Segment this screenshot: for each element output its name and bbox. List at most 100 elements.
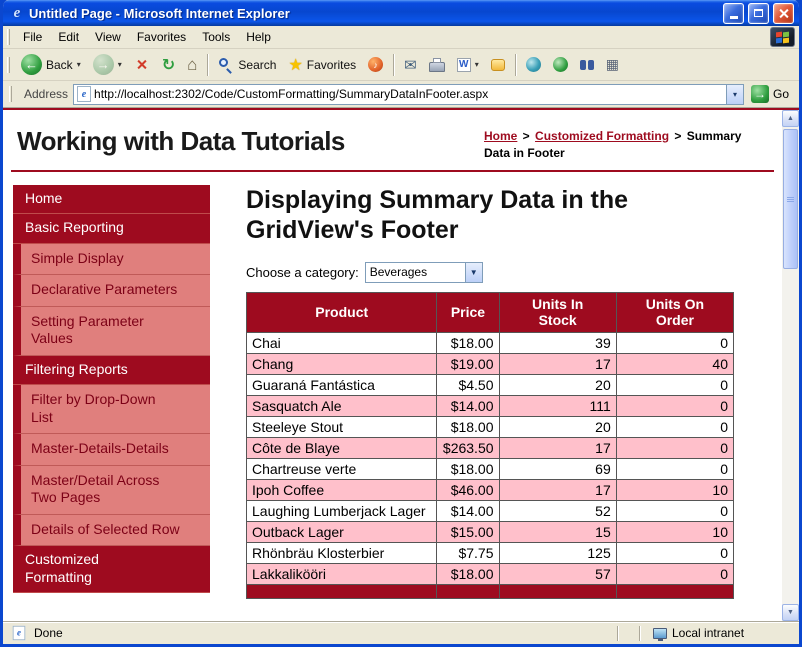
sidebar-item[interactable]: Home bbox=[13, 185, 210, 215]
sidebar-item[interactable]: Customized Formatting bbox=[13, 546, 210, 593]
vertical-scrollbar[interactable] bbox=[782, 110, 799, 621]
address-dropdown-button[interactable] bbox=[726, 85, 743, 104]
sidebar-item[interactable]: Filter by Drop-Down List bbox=[13, 385, 210, 434]
product-cell: Guaraná Fantástica bbox=[247, 375, 437, 396]
menu-item[interactable]: File bbox=[15, 27, 50, 47]
forward-button[interactable] bbox=[87, 51, 128, 78]
units-on-order-cell: 0 bbox=[616, 396, 733, 417]
units-on-order-cell: 0 bbox=[616, 375, 733, 396]
menu-item[interactable]: Help bbox=[238, 27, 279, 47]
units-in-stock-cell: 20 bbox=[499, 417, 616, 438]
table-row: Rhönbräu Klosterbier $7.75 125 0 bbox=[247, 543, 734, 564]
price-cell: $7.75 bbox=[437, 543, 499, 564]
price-cell: $18.00 bbox=[437, 333, 499, 354]
discuss-icon bbox=[491, 59, 505, 71]
breadcrumb: Home > Customized Formatting > Summary D… bbox=[484, 122, 770, 162]
category-label: Choose a category: bbox=[246, 265, 359, 280]
site-title: Working with Data Tutorials bbox=[17, 122, 345, 162]
col-product: Product bbox=[247, 292, 437, 333]
mail-button[interactable] bbox=[398, 53, 423, 77]
address-label: Address bbox=[22, 87, 68, 101]
product-cell: Outback Lager bbox=[247, 522, 437, 543]
sidebar-item[interactable]: Setting Parameter Values bbox=[13, 307, 210, 356]
sidebar-item[interactable]: Master/Detail Across Two Pages bbox=[13, 466, 210, 515]
forward-dropdown-icon[interactable] bbox=[118, 60, 122, 69]
table-header-row: Product Price Units In Stock Units On Or… bbox=[247, 292, 734, 333]
favorites-icon bbox=[288, 55, 302, 75]
breadcrumb-home-link[interactable]: Home bbox=[484, 129, 517, 143]
favorites-button[interactable]: Favorites bbox=[282, 52, 362, 78]
sidebar-item[interactable]: Basic Reporting bbox=[13, 214, 210, 244]
breadcrumb-separator: > bbox=[671, 129, 685, 143]
toolbar: Back Search Favorites bbox=[3, 49, 799, 81]
sidebar-item[interactable]: Simple Display bbox=[13, 244, 210, 276]
units-in-stock-cell: 111 bbox=[499, 396, 616, 417]
scrollbar-thumb[interactable] bbox=[783, 129, 798, 269]
units-in-stock-cell: 17 bbox=[499, 438, 616, 459]
col-price: Price bbox=[437, 292, 499, 333]
globe-icon bbox=[526, 57, 541, 72]
scroll-up-button[interactable] bbox=[782, 110, 799, 127]
price-cell: $4.50 bbox=[437, 375, 499, 396]
toolbar-grip[interactable] bbox=[7, 29, 10, 45]
go-button[interactable]: Go bbox=[749, 85, 795, 103]
edit-dropdown-icon[interactable] bbox=[475, 60, 479, 69]
discuss-button[interactable] bbox=[485, 56, 511, 74]
print-button[interactable] bbox=[423, 55, 451, 75]
close-button[interactable] bbox=[773, 3, 794, 24]
status-text: Done bbox=[34, 626, 63, 640]
table-row: Chang $19.00 17 40 bbox=[247, 354, 734, 375]
menu-item[interactable]: Tools bbox=[194, 27, 238, 47]
product-cell: Lakkalikööri bbox=[247, 564, 437, 585]
sidebar-item[interactable]: Filtering Reports bbox=[13, 356, 210, 386]
minimize-button[interactable] bbox=[723, 3, 744, 24]
menu-item[interactable]: Favorites bbox=[129, 27, 194, 47]
units-in-stock-cell: 17 bbox=[499, 480, 616, 501]
sidebar-item[interactable]: Master-Details-Details bbox=[13, 434, 210, 466]
product-cell: Chang bbox=[247, 354, 437, 375]
menu-item[interactable]: Edit bbox=[50, 27, 87, 47]
web-button[interactable] bbox=[520, 54, 547, 75]
sidebar-nav: Home Basic Reporting Simple Display Decl… bbox=[13, 185, 210, 600]
browser-viewport: Working with Data Tutorials Home > Custo… bbox=[3, 108, 799, 621]
address-input[interactable] bbox=[94, 87, 726, 101]
home-icon bbox=[187, 55, 197, 75]
product-cell: Rhönbräu Klosterbier bbox=[247, 543, 437, 564]
sidebar-item[interactable]: Details of Selected Row bbox=[13, 515, 210, 547]
maximize-button[interactable] bbox=[748, 3, 769, 24]
forward-icon bbox=[93, 54, 114, 75]
product-cell: Chartreuse verte bbox=[247, 459, 437, 480]
media-button[interactable] bbox=[362, 54, 389, 75]
dropdown-arrow-icon bbox=[465, 263, 482, 282]
stop-button[interactable] bbox=[128, 54, 156, 76]
address-bar: Address Go bbox=[3, 81, 799, 108]
product-cell: Laughing Lumberjack Lager bbox=[247, 501, 437, 522]
toolbar-grip[interactable] bbox=[9, 86, 12, 102]
breadcrumb-section-link[interactable]: Customized Formatting bbox=[535, 129, 669, 143]
units-on-order-cell: 0 bbox=[616, 501, 733, 522]
ie-logo-icon bbox=[9, 5, 25, 21]
search-button[interactable]: Search bbox=[212, 54, 282, 76]
back-dropdown-icon[interactable] bbox=[77, 60, 81, 69]
units-on-order-cell: 0 bbox=[616, 459, 733, 480]
toolbar-grip[interactable] bbox=[7, 57, 10, 73]
edit-button[interactable] bbox=[451, 55, 485, 75]
messenger-button[interactable] bbox=[547, 54, 574, 75]
home-button[interactable] bbox=[181, 52, 203, 78]
titlebar[interactable]: Untitled Page - Microsoft Internet Explo… bbox=[3, 0, 799, 26]
scroll-down-button[interactable] bbox=[782, 604, 799, 621]
table-row: Steeleye Stout $18.00 20 0 bbox=[247, 417, 734, 438]
refresh-button[interactable] bbox=[156, 52, 181, 78]
research-button[interactable] bbox=[574, 57, 600, 73]
back-button[interactable]: Back bbox=[15, 51, 87, 78]
refresh-icon bbox=[162, 55, 175, 75]
units-in-stock-cell: 57 bbox=[499, 564, 616, 585]
price-cell: $18.00 bbox=[437, 459, 499, 480]
sidebar-item[interactable]: Declarative Parameters bbox=[13, 275, 210, 307]
windows-logo bbox=[770, 27, 795, 47]
menu-item[interactable]: View bbox=[87, 27, 129, 47]
page-content: Working with Data Tutorials Home > Custo… bbox=[3, 110, 782, 621]
dots-grid-button[interactable] bbox=[600, 53, 625, 76]
category-dropdown[interactable]: Beverages bbox=[365, 262, 483, 283]
grid-icon bbox=[606, 56, 619, 73]
